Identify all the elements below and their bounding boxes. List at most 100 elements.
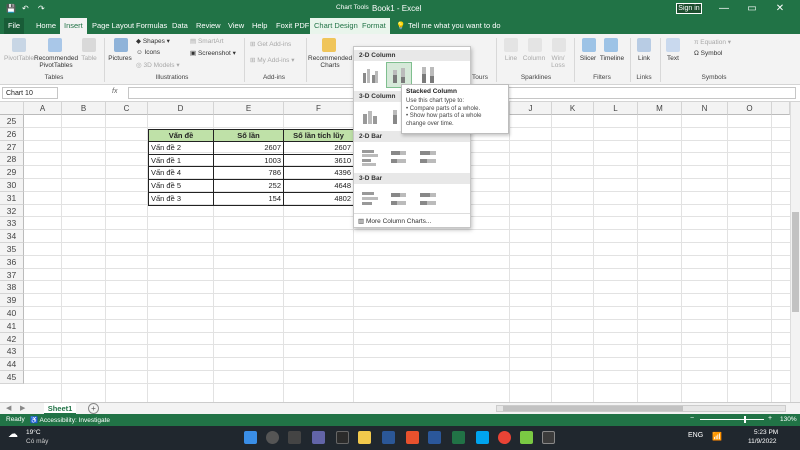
excel-icon[interactable]: [452, 431, 465, 444]
screenshot-button[interactable]: ▣ Screenshot ▾: [190, 49, 236, 57]
tab-data[interactable]: Data: [168, 18, 192, 34]
accessibility-status[interactable]: ♿ Accessibility: Investigate: [30, 416, 110, 424]
clustered-bar-icon[interactable]: [360, 147, 380, 167]
undo-icon[interactable]: ↶: [22, 4, 29, 13]
column-header[interactable]: A: [24, 102, 62, 115]
column-header[interactable]: B: [62, 102, 106, 115]
tab-foxit-pdf[interactable]: Foxit PDF: [272, 18, 313, 34]
wifi-icon[interactable]: 📶: [712, 432, 722, 441]
icons-button[interactable]: ☺ Icons: [136, 49, 160, 56]
line-sparkline-button[interactable]: Line: [500, 55, 522, 62]
tab-format[interactable]: Format: [358, 18, 390, 34]
vertical-scrollbar[interactable]: [790, 102, 800, 402]
3d-models-button[interactable]: ◎ 3D Models ▾: [136, 61, 180, 69]
tell-me-search[interactable]: Tell me what you want to do: [404, 18, 505, 34]
row-header[interactable]: 41: [0, 319, 24, 333]
task-view-icon[interactable]: [288, 431, 301, 444]
row-header[interactable]: 27: [0, 140, 24, 154]
column-header[interactable]: J: [510, 102, 552, 115]
column-header[interactable]: [772, 102, 790, 115]
zoom-slider-thumb[interactable]: [744, 416, 746, 423]
table-cell[interactable]: 786: [214, 167, 284, 181]
table-cell[interactable]: 2607: [214, 141, 284, 155]
tab-review[interactable]: Review: [192, 18, 225, 34]
widgets-icon[interactable]: [336, 431, 349, 444]
link-button[interactable]: Link: [632, 55, 656, 62]
horizontal-scroll-thumb[interactable]: [503, 406, 683, 411]
row-header[interactable]: 43: [0, 345, 24, 359]
stacked-column-icon[interactable]: [389, 65, 409, 85]
tab-page-layout[interactable]: Page Layout: [88, 18, 138, 34]
smartart-button[interactable]: ▤ SmartArt: [190, 37, 224, 45]
vertical-scroll-thumb[interactable]: [792, 212, 799, 312]
name-box[interactable]: Chart 10: [2, 87, 58, 99]
row-header[interactable]: 31: [0, 191, 24, 205]
clock-time[interactable]: 5:23 PM: [754, 429, 778, 436]
row-header[interactable]: 32: [0, 204, 24, 218]
column-header[interactable]: O: [728, 102, 772, 115]
sheet-nav-prev-icon[interactable]: ◀: [6, 404, 11, 412]
tab-file[interactable]: File: [4, 18, 25, 34]
3d-clustered-column-icon[interactable]: [360, 106, 380, 126]
file-explorer-icon[interactable]: [358, 431, 371, 444]
row-header[interactable]: 33: [0, 217, 24, 231]
table-cell[interactable]: 4648: [284, 180, 354, 193]
get-addins-button[interactable]: ⊞ Get Add-ins: [250, 40, 291, 48]
language-indicator[interactable]: ENG: [688, 432, 703, 439]
row-header[interactable]: 44: [0, 358, 24, 371]
zoom-out-icon[interactable]: −: [690, 415, 694, 422]
column-header[interactable]: C: [106, 102, 148, 115]
100-stacked-bar-icon[interactable]: [418, 147, 438, 167]
equation-button[interactable]: π Equation ▾: [694, 38, 731, 46]
table-cell[interactable]: Vấn đề 1: [148, 154, 214, 168]
tab-view[interactable]: View: [224, 18, 248, 34]
select-all-corner[interactable]: [0, 102, 24, 115]
slicer-button[interactable]: Slicer: [576, 55, 600, 62]
table-cell[interactable]: 1003: [214, 154, 284, 168]
symbol-button[interactable]: Ω Symbol: [694, 50, 722, 57]
close-button[interactable]: ✕: [766, 0, 794, 18]
timeline-button[interactable]: Timeline: [598, 55, 626, 62]
pivottable-button[interactable]: PivotTable: [2, 55, 36, 62]
table-cell[interactable]: 4396: [284, 167, 354, 181]
recommended-charts-button[interactable]: Recommended Charts: [308, 55, 352, 69]
column-header[interactable]: K: [552, 102, 594, 115]
table-cell[interactable]: Vấn đề 4: [148, 167, 214, 181]
table-button[interactable]: Table: [78, 55, 100, 62]
column-header[interactable]: L: [594, 102, 638, 115]
teams-icon[interactable]: [312, 431, 325, 444]
zoom-level[interactable]: 130%: [780, 416, 797, 423]
table-header-cell[interactable]: Số lần tích lũy: [284, 129, 354, 142]
row-header[interactable]: 42: [0, 332, 24, 346]
redo-icon[interactable]: ↷: [38, 4, 45, 13]
table-header-cell[interactable]: Số lần: [214, 129, 284, 142]
more-column-charts-link[interactable]: ▥ More Column Charts...: [358, 217, 431, 225]
pictures-button[interactable]: Pictures: [106, 55, 134, 62]
row-header[interactable]: 39: [0, 294, 24, 307]
row-header[interactable]: 40: [0, 307, 24, 320]
table-cell[interactable]: Vấn đề 3: [148, 193, 214, 206]
row-header[interactable]: 28: [0, 153, 24, 167]
zoom-in-icon[interactable]: +: [768, 415, 772, 422]
autosave-icon[interactable]: 💾: [6, 4, 16, 13]
3d-clustered-bar-icon[interactable]: [360, 189, 380, 209]
tab-insert[interactable]: Insert: [60, 18, 87, 34]
shapes-button[interactable]: ◆ Shapes ▾: [136, 37, 170, 45]
column-header[interactable]: D: [148, 102, 214, 115]
table-cell[interactable]: Vấn đề 5: [148, 180, 214, 193]
tab-help[interactable]: Help: [248, 18, 271, 34]
column-header[interactable]: F: [284, 102, 354, 115]
column-header[interactable]: N: [682, 102, 728, 115]
tab-formulas[interactable]: Formulas: [132, 18, 171, 34]
stacked-bar-icon[interactable]: [389, 147, 409, 167]
column-header[interactable]: E: [214, 102, 284, 115]
app-icon[interactable]: [406, 431, 419, 444]
start-icon[interactable]: [244, 431, 257, 444]
restore-button[interactable]: ▭: [738, 0, 766, 18]
row-header[interactable]: 35: [0, 243, 24, 256]
100-stacked-column-icon[interactable]: [418, 65, 438, 85]
add-sheet-button[interactable]: +: [88, 403, 99, 414]
app-icon[interactable]: [520, 431, 533, 444]
word-icon[interactable]: [428, 431, 441, 444]
search-icon[interactable]: [266, 431, 279, 444]
